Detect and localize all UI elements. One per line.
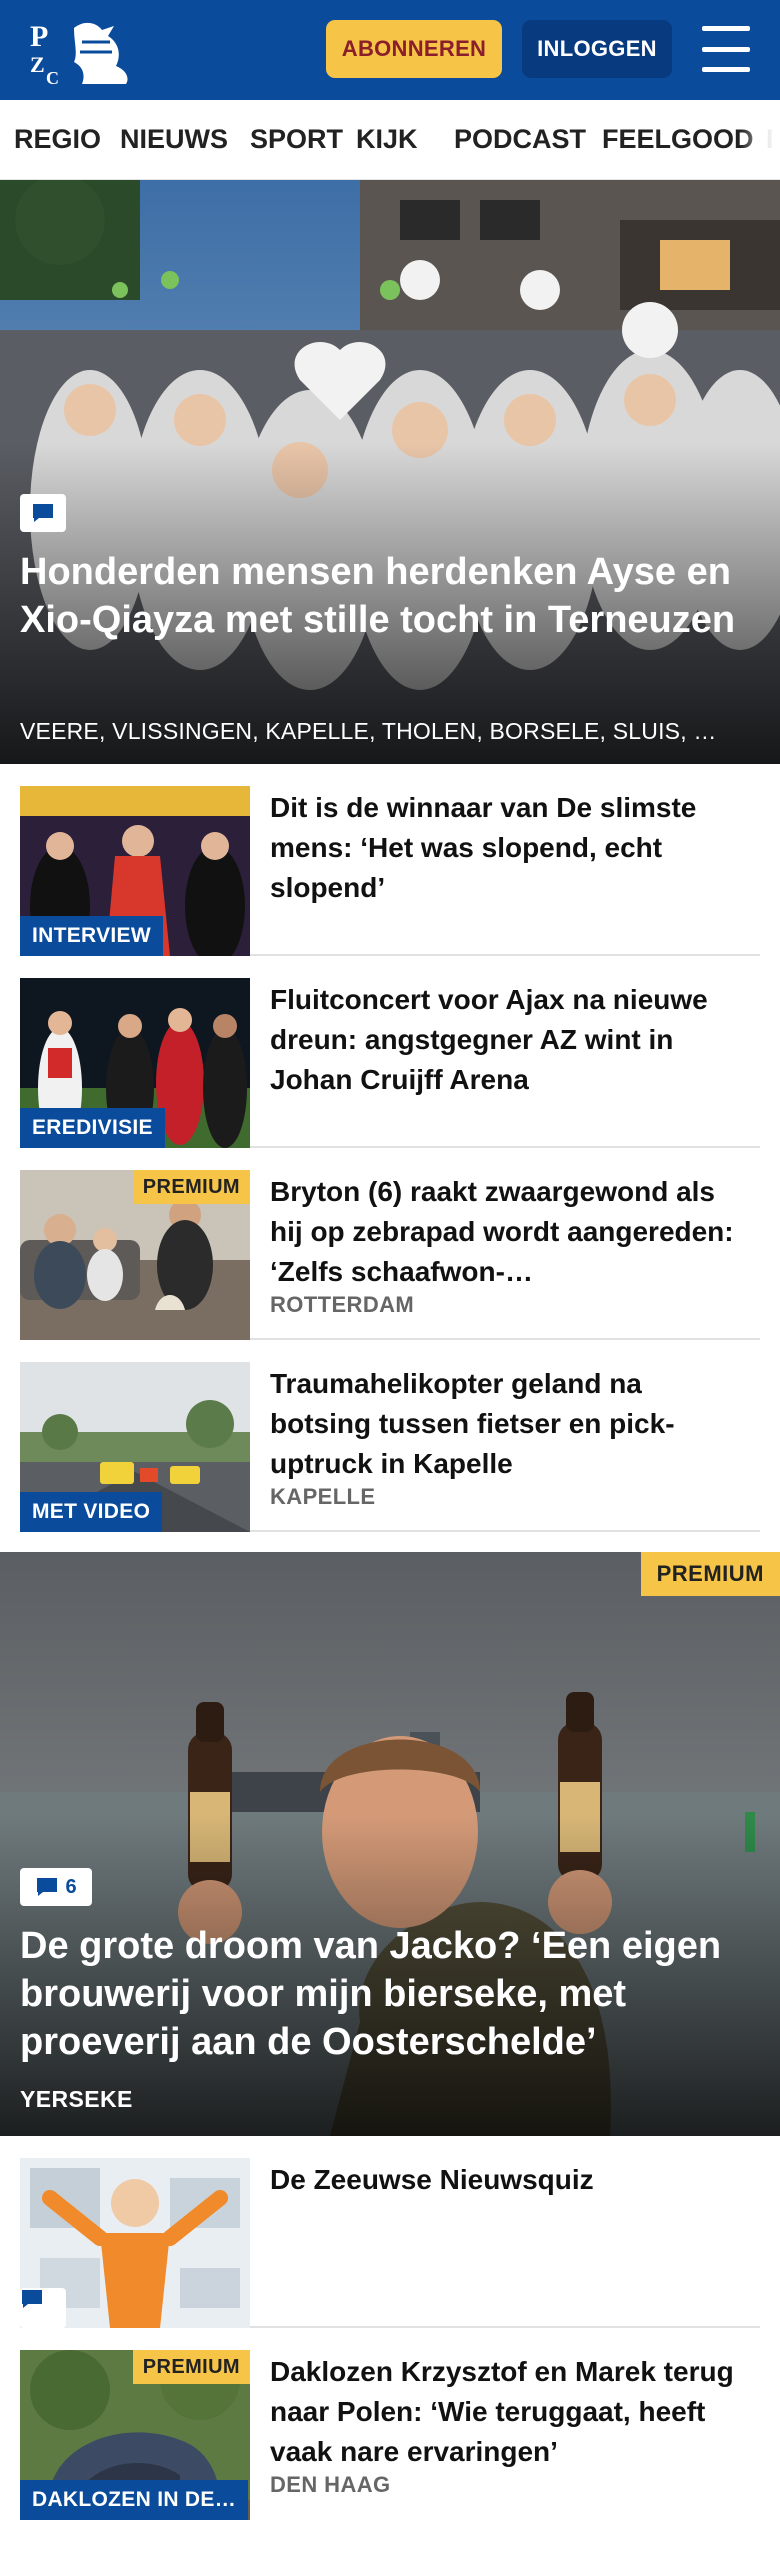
top-bar: P Z C ABONNEREN INLOGGEN [0, 0, 780, 100]
article-label: DAKLOZEN IN DE… [20, 2480, 248, 2520]
nav-item-nieuws[interactable]: NIEUWS [120, 124, 228, 155]
article-location: KAPELLE [270, 1484, 376, 1509]
subscribe-button[interactable]: ABONNEREN [326, 20, 502, 78]
login-button[interactable]: INLOGGEN [522, 20, 672, 78]
article-thumbnail: INTERVIEW [20, 786, 250, 956]
article-item[interactable]: PREMIUM Bryton (6) raakt zwaargewond als… [20, 1148, 760, 1340]
pzc-logo[interactable]: P Z C [22, 12, 142, 88]
article-title[interactable]: Traumahelikopter geland na botsing tusse… [270, 1364, 750, 1484]
article-thumbnail: EREDIVISIE [20, 978, 250, 1148]
feature-article[interactable]: PREMIUM 6 De grote droom van Jacko? ‘Een… [0, 1552, 780, 2136]
nav-item-kijk[interactable]: KIJK [356, 124, 418, 155]
svg-text:Z: Z [30, 52, 45, 77]
article-label: EREDIVISIE [20, 1108, 165, 1148]
article-item[interactable]: PREMIUM DAKLOZEN IN DE… Daklozen Krzyszt… [20, 2328, 760, 2520]
comment-icon [20, 2288, 66, 2328]
feature-location: YERSEKE [20, 2086, 133, 2112]
article-item[interactable]: INTERVIEW Dit is de winnaar van De slims… [20, 764, 760, 956]
hamburger-icon[interactable] [702, 26, 750, 72]
nav-item-regio[interactable]: REGIO [14, 124, 101, 155]
nav-fade [740, 100, 780, 179]
article-title[interactable]: De Zeeuwse Nieuwsquiz [270, 2160, 750, 2200]
article-title[interactable]: Fluitconcert voor Ajax na nieuwe dreun: … [270, 980, 750, 1100]
comment-icon [20, 494, 66, 532]
svg-text:P: P [30, 20, 48, 53]
article-item[interactable]: De Zeeuwse Nieuwsquiz [20, 2136, 760, 2328]
article-title[interactable]: Daklozen Krzysztof en Marek terug naar P… [270, 2352, 750, 2472]
premium-badge: PREMIUM [132, 2350, 250, 2384]
hero-image [0, 180, 780, 764]
svg-text:C: C [46, 68, 59, 88]
article-label: INTERVIEW [20, 916, 163, 956]
article-label: MET VIDEO [20, 1492, 163, 1532]
hero-article[interactable]: Honderden mensen herdenken Ayse en Xio-Q… [0, 180, 780, 764]
feature-title[interactable]: De grote droom van Jacko? ‘Een eigen bro… [20, 1922, 760, 2066]
article-title[interactable]: Bryton (6) raakt zwaargewond als hij op … [270, 1172, 750, 1292]
nav-item-sport[interactable]: SPORT [250, 124, 343, 155]
section-nav: REGIO NIEUWS SPORT KIJK PODCAST FEELGOOD… [0, 100, 780, 180]
article-item[interactable]: EREDIVISIE Fluitconcert voor Ajax na nie… [20, 956, 760, 1148]
article-location: DEN HAAG [270, 2472, 391, 2497]
article-thumbnail [20, 2158, 250, 2328]
premium-badge: PREMIUM [640, 1552, 780, 1596]
nav-item-feelgood[interactable]: FEELGOOD [602, 124, 754, 155]
nav-item-podcast[interactable]: PODCAST [454, 124, 586, 155]
article-item[interactable]: MET VIDEO Traumahelikopter geland na bot… [20, 1340, 760, 1532]
article-thumbnail: PREMIUM DAKLOZEN IN DE… [20, 2350, 250, 2520]
article-title[interactable]: Dit is de winnaar van De slimste mens: ‘… [270, 788, 750, 908]
hero-title[interactable]: Honderden mensen herdenken Ayse en Xio-Q… [20, 548, 740, 644]
hero-tags: VEERE, VLISSINGEN, KAPELLE, THOLEN, BORS… [20, 718, 717, 744]
article-thumbnail: MET VIDEO [20, 1362, 250, 1532]
comment-count-badge[interactable]: 6 [20, 1868, 92, 1906]
article-location: ROTTERDAM [270, 1292, 415, 1317]
premium-badge: PREMIUM [132, 1170, 250, 1204]
comment-icon [37, 1878, 58, 1896]
comment-count: 6 [65, 1875, 77, 1898]
article-thumbnail: PREMIUM [20, 1170, 250, 1340]
